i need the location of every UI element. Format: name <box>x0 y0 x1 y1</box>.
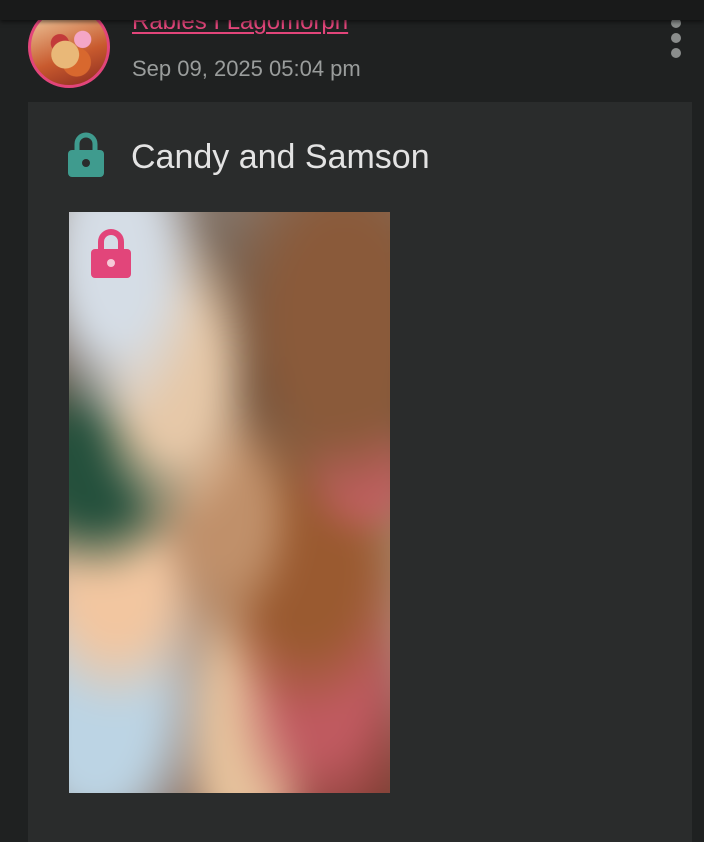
blurred-image <box>69 212 390 793</box>
more-vertical-icon-dot <box>671 48 681 58</box>
post-title: Candy and Samson <box>131 138 430 176</box>
locked-image-thumbnail[interactable] <box>69 212 390 793</box>
lock-icon <box>91 229 131 278</box>
post-timestamp: Sep 09, 2025 05:04 pm <box>132 56 361 81</box>
more-options-button[interactable] <box>664 18 688 58</box>
more-vertical-icon-dot <box>671 33 681 43</box>
lock-icon <box>68 132 104 177</box>
top-bar <box>0 0 704 20</box>
